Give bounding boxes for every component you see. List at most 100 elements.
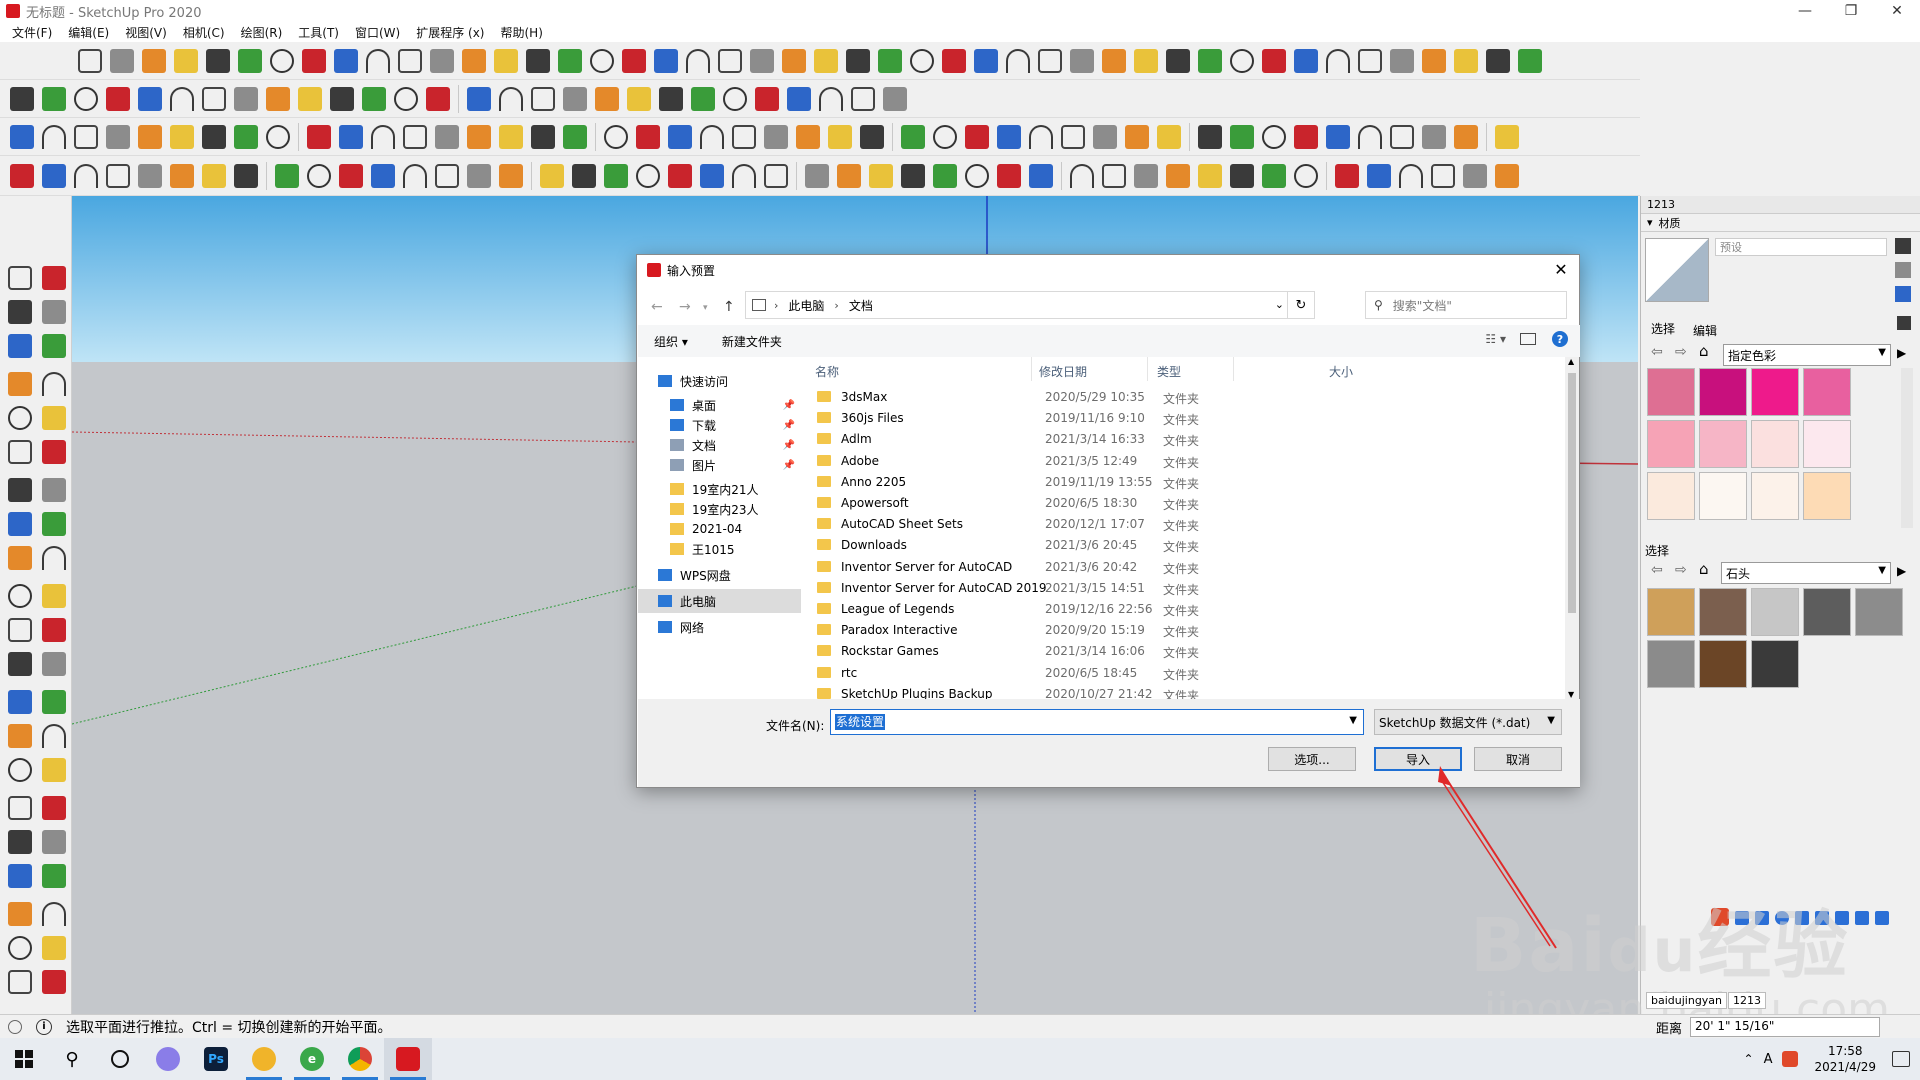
menu-window[interactable]: 窗口(W)	[347, 24, 408, 41]
tool-icon[interactable]	[8, 406, 32, 430]
materials-panel-header[interactable]: ▾ 材质	[1641, 214, 1920, 232]
color-swatch[interactable]	[1751, 420, 1799, 468]
component-icon[interactable]	[558, 48, 582, 73]
home-icon[interactable]: ⌂	[1699, 342, 1709, 360]
details-arrow-icon[interactable]: ▶	[1897, 564, 1906, 578]
shape-icon[interactable]	[691, 86, 715, 111]
sandbox-icon[interactable]	[787, 86, 811, 111]
layer-icon[interactable]	[942, 48, 966, 73]
view-icon[interactable]	[997, 163, 1021, 188]
stone-swatch[interactable]	[1855, 588, 1903, 636]
sandbox-icon[interactable]	[266, 124, 290, 149]
tool-icon[interactable]	[1262, 124, 1286, 149]
component-icon[interactable]	[1006, 48, 1030, 73]
info-icon[interactable]: i	[36, 1018, 52, 1035]
layer-icon[interactable]	[1390, 48, 1414, 73]
tray-tab-1213[interactable]: 1213	[1728, 992, 1766, 1009]
style-icon[interactable]	[234, 124, 258, 149]
sandbox-icon[interactable]	[1198, 124, 1222, 149]
back-arrow-icon[interactable]: ⇦	[1651, 344, 1663, 360]
new-folder-button[interactable]: 新建文件夹	[722, 333, 782, 350]
clock[interactable]: 17:58 2021/4/29	[1814, 1043, 1876, 1075]
tool-icon[interactable]	[42, 618, 66, 642]
color-swatch[interactable]	[1699, 472, 1747, 520]
column-header-type[interactable]: 类型	[1157, 363, 1181, 380]
sandbox-icon[interactable]	[732, 124, 756, 149]
layer-icon[interactable]	[1454, 124, 1478, 149]
view-icon[interactable]	[435, 124, 459, 149]
nav-item[interactable]: 此电脑	[638, 589, 801, 613]
component-icon[interactable]	[467, 163, 491, 188]
color-swatch[interactable]	[1647, 368, 1695, 416]
taskbar-chrome[interactable]	[336, 1038, 384, 1080]
view-icon[interactable]	[1358, 124, 1382, 149]
file-row[interactable]: Paradox Interactive 2020/9/20 15:19 文件夹	[807, 620, 1565, 641]
stone-swatch[interactable]	[1647, 640, 1695, 688]
column-header-date[interactable]: 修改日期	[1039, 363, 1087, 380]
style-icon[interactable]	[1262, 163, 1286, 188]
view-icon[interactable]	[307, 163, 331, 188]
tool-icon[interactable]	[42, 512, 66, 536]
tool-icon[interactable]	[851, 86, 875, 111]
component-icon[interactable]	[883, 86, 907, 111]
tool-icon[interactable]	[42, 724, 66, 748]
color-swatch[interactable]	[1803, 420, 1851, 468]
shape-icon[interactable]	[170, 124, 194, 149]
tool-icon[interactable]	[8, 546, 32, 570]
tool-icon[interactable]	[8, 864, 32, 888]
tool-icon[interactable]	[8, 902, 32, 926]
tool-icon[interactable]	[8, 478, 32, 502]
file-row[interactable]: Anno 2205 2019/11/19 13:55 文件夹	[807, 472, 1565, 493]
component-icon[interactable]	[1166, 163, 1190, 188]
color-swatch[interactable]	[1751, 472, 1799, 520]
style-icon[interactable]	[10, 124, 34, 149]
column-header-size[interactable]: 大小	[1329, 363, 1353, 380]
layer-icon[interactable]	[1166, 48, 1190, 73]
component-icon[interactable]	[371, 124, 395, 149]
tray-tab-baidujingyan[interactable]: baidujingyan	[1646, 992, 1728, 1009]
view-icon[interactable]	[723, 86, 747, 111]
forward-arrow-icon[interactable]: ⇨	[1675, 562, 1687, 578]
layer-icon[interactable]	[636, 163, 660, 188]
close-button[interactable]: ✕	[1874, 0, 1920, 22]
sandbox-icon[interactable]	[1294, 163, 1318, 188]
style-icon[interactable]	[1390, 124, 1414, 149]
filename-input[interactable]: 系统设置 ▼	[830, 709, 1364, 735]
shape-icon[interactable]	[860, 124, 884, 149]
sandbox-icon[interactable]	[499, 124, 523, 149]
sandbox-icon[interactable]	[238, 48, 262, 73]
sandbox-icon[interactable]	[1134, 48, 1158, 73]
tool-icon[interactable]	[8, 758, 32, 782]
tool-icon[interactable]	[563, 124, 587, 149]
sandbox-icon[interactable]	[686, 48, 710, 73]
forward-arrow-icon[interactable]: ⇨	[1675, 344, 1687, 360]
layer-icon[interactable]	[270, 48, 294, 73]
taskbar-sketchup[interactable]	[384, 1038, 432, 1080]
layer-icon[interactable]	[718, 48, 742, 73]
file-list-scrollbar[interactable]: ▲ ▼	[1565, 357, 1579, 699]
tool-icon[interactable]	[42, 334, 66, 358]
file-row[interactable]: Inventor Server for AutoCAD 2021/3/6 20:4…	[807, 557, 1565, 578]
shape-icon[interactable]	[10, 86, 34, 111]
help-icon[interactable]: ?	[1552, 331, 1568, 347]
sandbox-icon[interactable]	[563, 86, 587, 111]
restore-button[interactable]: ❐	[1828, 0, 1874, 22]
taskbar-photoshop[interactable]: Ps	[192, 1038, 240, 1080]
view-icon[interactable]	[622, 48, 646, 73]
forward-arrow-icon[interactable]: →	[679, 299, 691, 315]
filetype-select[interactable]: SketchUp 数据文件 (*.dat) ▼	[1374, 709, 1562, 735]
chevron-down-icon[interactable]: ▼	[1349, 715, 1357, 726]
tool-icon[interactable]	[42, 652, 66, 676]
style-icon[interactable]	[298, 86, 322, 111]
shape-icon[interactable]	[590, 48, 614, 73]
view-icon[interactable]	[74, 163, 98, 188]
color-swatch[interactable]	[1647, 472, 1695, 520]
tool-icon[interactable]	[8, 936, 32, 960]
view-icon[interactable]	[1518, 48, 1542, 73]
shape-icon[interactable]	[142, 48, 166, 73]
component-icon[interactable]	[1230, 48, 1254, 73]
scroll-up-icon[interactable]: ▲	[1568, 357, 1574, 366]
start-button[interactable]	[0, 1038, 48, 1080]
style-icon[interactable]	[74, 86, 98, 111]
scroll-down-icon[interactable]: ▼	[1568, 690, 1574, 699]
